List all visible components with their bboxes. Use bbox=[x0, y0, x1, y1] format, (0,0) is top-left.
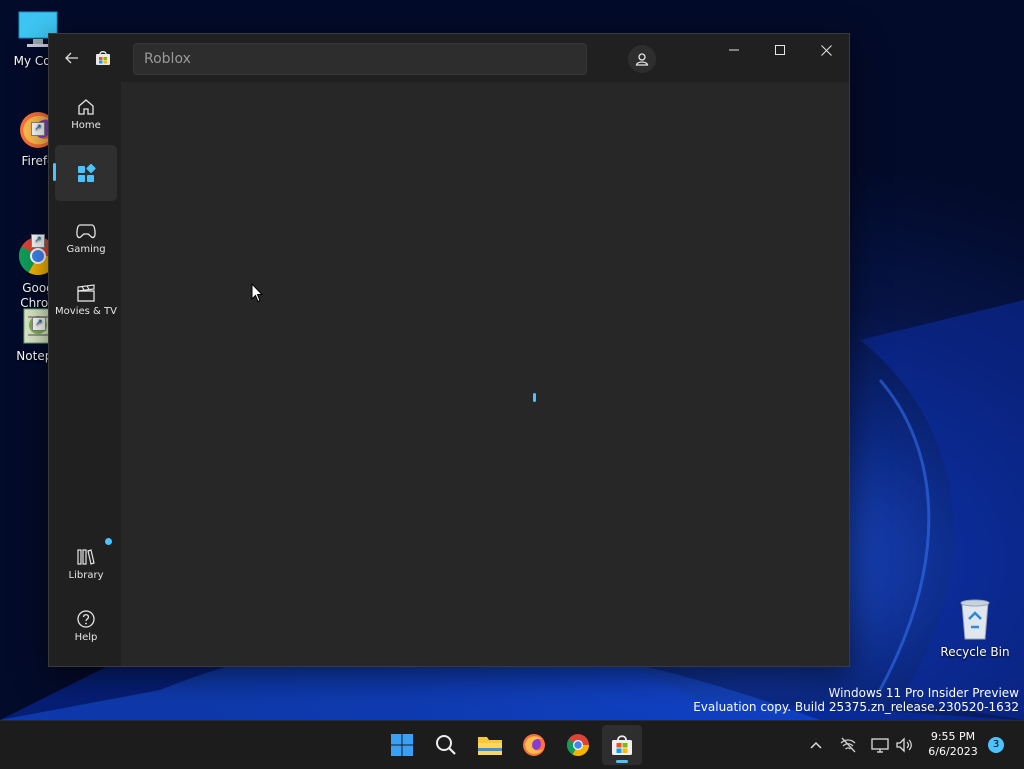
nav-item-gaming[interactable]: Gaming bbox=[55, 210, 117, 266]
nav-item-library[interactable]: Library bbox=[55, 536, 117, 592]
nav-item-help[interactable]: Help bbox=[55, 598, 117, 654]
start-button[interactable] bbox=[382, 725, 422, 765]
apps-icon bbox=[78, 164, 96, 182]
clock-time: 9:55 PM bbox=[930, 730, 976, 743]
selection-indicator bbox=[53, 163, 56, 181]
store-logo-icon bbox=[95, 50, 111, 66]
minimize-icon bbox=[729, 49, 739, 51]
file-explorer-icon bbox=[478, 737, 502, 755]
network-off-icon bbox=[840, 737, 856, 753]
watermark-line-2: Evaluation copy. Build 25375.zn_release.… bbox=[693, 700, 1019, 714]
shortcut-arrow-icon: ↗ bbox=[32, 317, 46, 331]
volume-icon bbox=[896, 737, 912, 753]
search-icon bbox=[436, 735, 456, 755]
help-icon bbox=[77, 610, 95, 628]
windows-watermark: Windows 11 Pro Insider Preview Evaluatio… bbox=[693, 686, 1019, 714]
shortcut-arrow-icon: ↗ bbox=[31, 122, 45, 136]
desktop-icon-recycle-bin[interactable]: Recycle Bin bbox=[939, 597, 1011, 659]
shortcut-arrow-icon: ↗ bbox=[31, 234, 45, 248]
search-box[interactable] bbox=[133, 43, 587, 75]
account-button[interactable] bbox=[628, 45, 656, 73]
nav-label-home: Home bbox=[71, 120, 101, 131]
microsoft-store-icon bbox=[612, 735, 632, 755]
nav-label-movies-tv: Movies & TV bbox=[55, 306, 117, 317]
show-hidden-icons-button[interactable] bbox=[806, 735, 826, 755]
desktop-icon-label: Recycle Bin bbox=[940, 645, 1010, 659]
nav-label-help: Help bbox=[74, 632, 98, 643]
clapperboard-icon bbox=[77, 284, 95, 302]
microsoft-store-window: Home Gaming Movies & TV Library Help bbox=[48, 33, 850, 667]
nav-item-movies-tv[interactable]: Movies & TV bbox=[55, 272, 117, 328]
library-icon bbox=[77, 549, 95, 565]
chrome-icon bbox=[567, 734, 589, 756]
watermark-line-1: Windows 11 Pro Insider Preview bbox=[828, 686, 1019, 700]
gamepad-icon bbox=[76, 224, 96, 239]
back-arrow-icon bbox=[65, 52, 78, 64]
volume-button[interactable] bbox=[894, 735, 914, 755]
taskbar: 9:55 PM 6/6/2023 3 bbox=[0, 720, 1024, 769]
display-button[interactable] bbox=[870, 735, 890, 755]
back-button[interactable] bbox=[59, 46, 85, 70]
chevron-up-icon bbox=[810, 741, 822, 749]
chrome-taskbar-button[interactable] bbox=[558, 725, 598, 765]
minimize-button[interactable] bbox=[711, 34, 757, 66]
loading-spinner bbox=[533, 393, 536, 402]
display-icon bbox=[871, 738, 889, 753]
active-app-indicator bbox=[616, 760, 628, 763]
navigation-sidebar: Home Gaming Movies & TV Library Help bbox=[49, 82, 121, 666]
maximize-button[interactable] bbox=[757, 34, 803, 66]
mouse-cursor-icon bbox=[251, 283, 263, 303]
search-input[interactable] bbox=[134, 44, 586, 74]
close-icon bbox=[820, 44, 832, 56]
maximize-icon bbox=[775, 45, 785, 55]
home-icon bbox=[78, 99, 94, 115]
file-explorer-button[interactable] bbox=[470, 725, 510, 765]
system-clock[interactable]: 9:55 PM 6/6/2023 bbox=[922, 729, 984, 759]
account-icon bbox=[635, 53, 649, 66]
nav-label-gaming: Gaming bbox=[66, 244, 106, 255]
title-bar[interactable] bbox=[49, 34, 849, 82]
start-icon bbox=[391, 734, 413, 756]
clock-date: 6/6/2023 bbox=[928, 745, 978, 758]
close-button[interactable] bbox=[803, 34, 849, 66]
network-status-button[interactable] bbox=[838, 735, 858, 755]
nav-item-home[interactable]: Home bbox=[55, 86, 117, 142]
nav-label-library: Library bbox=[68, 570, 104, 581]
main-content-area bbox=[121, 82, 849, 666]
firefox-taskbar-button[interactable] bbox=[514, 725, 554, 765]
taskbar-search-button[interactable] bbox=[426, 725, 466, 765]
recycle-bin-icon bbox=[956, 597, 994, 641]
nav-item-apps[interactable] bbox=[53, 145, 117, 201]
library-update-badge bbox=[105, 538, 112, 545]
firefox-icon bbox=[523, 734, 545, 756]
notification-badge[interactable]: 3 bbox=[988, 737, 1004, 753]
microsoft-store-taskbar-button[interactable] bbox=[602, 725, 642, 765]
